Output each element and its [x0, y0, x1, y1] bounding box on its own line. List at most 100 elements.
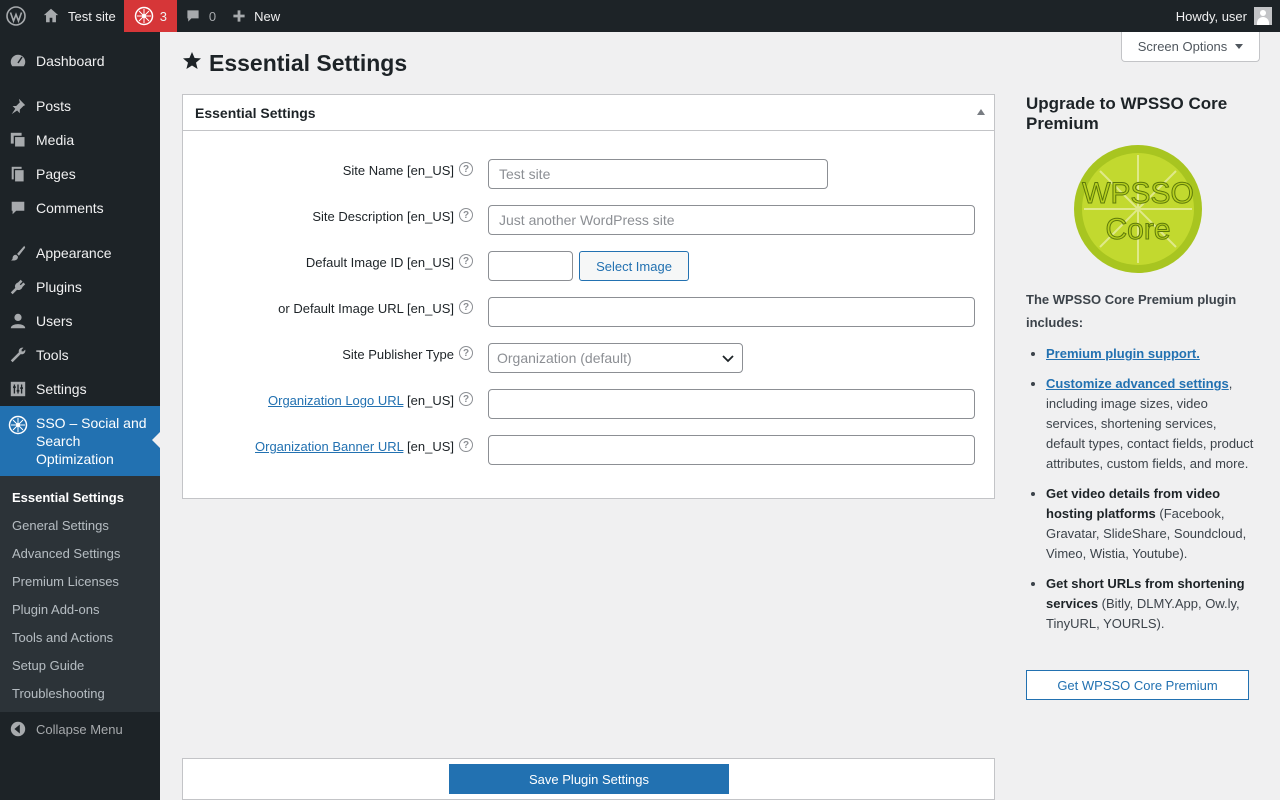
locale-suffix: [en_US]	[407, 393, 454, 408]
new-label: New	[254, 8, 281, 24]
site-publisher-type-select[interactable]: Organization (default)	[488, 343, 743, 373]
select-value: Organization (default)	[497, 350, 632, 366]
help-icon[interactable]: ?	[459, 346, 473, 360]
upgrade-panel: Upgrade to WPSSO Core Premium WPSSO Core…	[1026, 94, 1256, 700]
dashboard-icon	[0, 51, 36, 71]
menu-label: Media	[36, 132, 75, 148]
organization-banner-url-input[interactable]	[488, 435, 975, 465]
feature-item: Get video details from video hosting pla…	[1046, 484, 1256, 564]
menu-label: Settings	[36, 381, 87, 397]
menu-label: Users	[36, 313, 73, 329]
essential-settings-metabox: Essential Settings Site Name [en_US] ? T…	[182, 94, 995, 499]
pin-icon	[0, 97, 36, 115]
howdy-text: Howdy, user	[1175, 8, 1247, 24]
upgrade-title: Upgrade to WPSSO Core Premium	[1026, 94, 1228, 133]
organization-banner-link[interactable]: Organization Banner URL	[255, 439, 403, 454]
help-icon[interactable]: ?	[459, 392, 473, 406]
wpsso-logo: WPSSO Core	[1074, 145, 1202, 276]
submenu-item-advanced-settings[interactable]: Advanced Settings	[0, 539, 160, 567]
feature-item: Premium plugin support.	[1046, 344, 1256, 364]
submenu-item-essential-settings[interactable]: Essential Settings	[0, 483, 160, 511]
menu-item-users[interactable]: Users	[0, 304, 160, 338]
new-content-link[interactable]: New	[224, 0, 288, 32]
my-account[interactable]: Howdy, user	[1176, 0, 1280, 32]
page-title: Essential Settings	[182, 50, 407, 77]
logo-text-1: WPSSO	[1082, 177, 1194, 210]
menu-item-pages[interactable]: Pages	[0, 157, 160, 191]
submenu-item-plugin-add-ons[interactable]: Plugin Add-ons	[0, 595, 160, 623]
premium-support-link[interactable]: Premium plugin support.	[1046, 346, 1200, 361]
help-icon[interactable]: ?	[459, 208, 473, 222]
default-image-id-label: Default Image ID [en_US]	[305, 255, 454, 270]
plug-icon	[0, 278, 36, 296]
menu-item-posts[interactable]: Posts	[0, 89, 160, 123]
default-image-id-row: Default Image ID [en_US] ? Select Image	[183, 251, 994, 285]
metabox-title: Essential Settings	[195, 104, 316, 121]
menu-label: Comments	[36, 200, 104, 216]
site-name-link[interactable]: Test site	[34, 0, 124, 32]
sso-notifications[interactable]: 3	[123, 0, 177, 32]
menu-label: SSO – Social and Search Optimization	[36, 415, 147, 467]
comments-count: 0	[208, 8, 217, 24]
site-name: Test site	[68, 8, 116, 24]
site-name-row: Site Name [en_US] ? Test site	[183, 159, 994, 193]
site-description-label: Site Description [en_US]	[312, 209, 454, 224]
submenu-item-troubleshooting[interactable]: Troubleshooting	[0, 679, 160, 707]
menu-item-plugins[interactable]: Plugins	[0, 270, 160, 304]
sliders-icon	[0, 380, 36, 398]
collapse-label: Collapse Menu	[36, 721, 123, 737]
help-icon[interactable]: ?	[459, 254, 473, 268]
upgrade-intro: The WPSSO Core Premium plugin includes:	[1026, 292, 1237, 330]
submenu-item-general-settings[interactable]: General Settings	[0, 511, 160, 539]
menu-item-comments[interactable]: Comments	[0, 191, 160, 225]
collapse-menu-button[interactable]: Collapse Menu	[0, 712, 160, 746]
default-image-url-label: or Default Image URL [en_US]	[278, 301, 454, 316]
customize-advanced-link[interactable]: Customize advanced settings	[1046, 376, 1229, 391]
site-name-label: Site Name [en_US]	[342, 163, 454, 178]
chevron-down-icon	[722, 355, 734, 363]
organization-logo-url-input[interactable]	[488, 389, 975, 419]
current-menu-arrow	[152, 432, 160, 448]
toggle-panel-icon[interactable]	[977, 109, 985, 115]
site-publisher-type-row: Site Publisher Type ? Organization (defa…	[183, 343, 994, 377]
metabox-header[interactable]: Essential Settings	[183, 95, 994, 131]
save-plugin-settings-button[interactable]: Save Plugin Settings	[449, 764, 729, 794]
select-image-button[interactable]: Select Image	[579, 251, 689, 281]
menu-label: Posts	[36, 98, 72, 114]
site-description-row: Site Description [en_US] ? Just another …	[183, 205, 994, 239]
get-premium-button[interactable]: Get WPSSO Core Premium	[1026, 670, 1249, 700]
menu-item-settings[interactable]: Settings	[0, 372, 160, 406]
admin-menu: Dashboard Posts Media Pages Comments App…	[0, 32, 160, 800]
help-icon[interactable]: ?	[459, 162, 473, 176]
menu-item-sso[interactable]: SSO – Social and Search Optimization	[0, 406, 160, 476]
caret-down-icon	[1235, 44, 1244, 49]
notifications-count: 3	[159, 8, 167, 24]
menu-item-media[interactable]: Media	[0, 123, 160, 157]
menu-item-tools[interactable]: Tools	[0, 338, 160, 372]
site-description-input[interactable]: Just another WordPress site	[488, 205, 975, 235]
menu-label: Appearance	[36, 245, 112, 261]
organization-banner-row: Organization Banner URL [en_US] ?	[183, 435, 994, 469]
menu-item-appearance[interactable]: Appearance	[0, 236, 160, 270]
submenu-item-premium-licenses[interactable]: Premium Licenses	[0, 567, 160, 595]
wordpress-logo-icon[interactable]	[0, 0, 34, 32]
submenu-item-setup-guide[interactable]: Setup Guide	[0, 651, 160, 679]
screen-options-button[interactable]: Screen Options	[1121, 32, 1260, 62]
site-name-input[interactable]: Test site	[488, 159, 828, 189]
pages-icon	[0, 165, 36, 183]
sso-submenu: Essential Settings General Settings Adva…	[0, 476, 160, 712]
menu-label: Plugins	[36, 279, 82, 295]
site-publisher-type-label: Site Publisher Type	[342, 347, 454, 362]
comments-link[interactable]: 0	[177, 0, 224, 32]
wrench-icon	[0, 346, 36, 364]
star-icon	[182, 51, 202, 77]
menu-item-dashboard[interactable]: Dashboard	[0, 44, 160, 78]
default-image-url-input[interactable]	[488, 297, 975, 327]
default-image-id-input[interactable]	[488, 251, 573, 281]
avatar	[1254, 7, 1272, 25]
feature-item: Customize advanced settings, including i…	[1046, 374, 1256, 474]
organization-logo-link[interactable]: Organization Logo URL	[268, 393, 403, 408]
submenu-item-tools-and-actions[interactable]: Tools and Actions	[0, 623, 160, 651]
help-icon[interactable]: ?	[459, 438, 473, 452]
help-icon[interactable]: ?	[459, 300, 473, 314]
